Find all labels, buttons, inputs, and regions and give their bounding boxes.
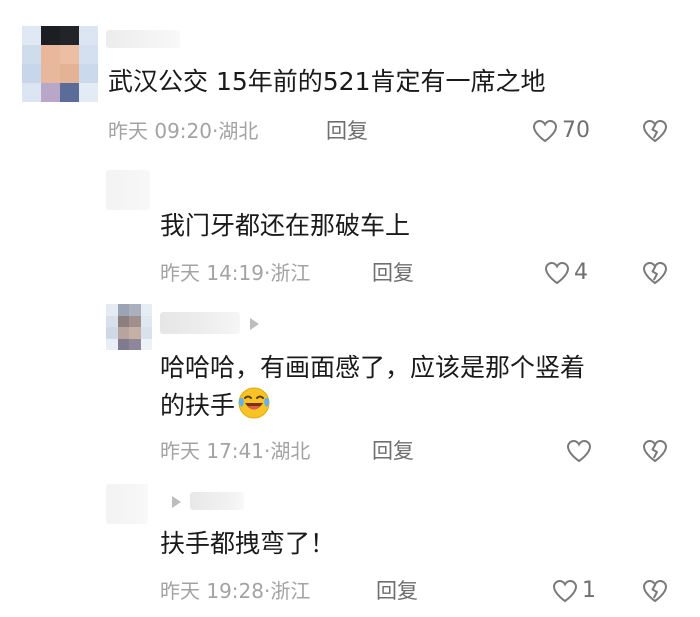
reply-avatar-blurred[interactable] [106,484,148,524]
like-button[interactable]: 4 [544,260,588,286]
comment-thread: 武汉公交 15年前的521肯定有一席之地 昨天 09:20·湖北 回复 70 我… [0,0,700,617]
like-button[interactable] [566,439,592,463]
reply-button[interactable]: 回复 [376,578,418,604]
reply-text-line2-text: 的扶手 [160,391,236,420]
username-blurred[interactable] [190,492,244,510]
avatar[interactable] [106,304,152,350]
comment-text: 武汉公交 15年前的521肯定有一席之地 [108,67,546,96]
laughing-crying-emoji-icon [237,386,271,420]
heart-outline-icon [544,261,570,285]
reply-time: 昨天 19:28 [160,579,264,603]
reply-text-line2: 的扶手 [160,384,271,428]
reply-button[interactable]: 回复 [326,118,368,144]
reply-avatar-blurred[interactable] [106,170,150,210]
broken-heart-icon[interactable] [642,261,668,285]
reply-location: 浙江 [270,261,311,285]
heart-outline-icon [566,439,592,463]
broken-heart-icon[interactable] [642,119,668,143]
reply-text: 扶手都拽弯了！ [160,529,336,558]
reply-meta: 昨天 14:19·浙江 [160,260,310,286]
reply-time: 昨天 17:41 [160,439,264,463]
comment-location: 湖北 [218,119,259,143]
username-blurred[interactable] [106,30,180,48]
avatar[interactable] [22,26,98,102]
reply-meta: 昨天 19:28·浙江 [160,578,310,604]
reply-meta: 昨天 17:41·湖北 [160,438,310,464]
heart-outline-icon [552,579,578,603]
like-button[interactable]: 1 [552,578,596,604]
like-count: 1 [582,578,596,603]
reply-text: 我门牙都还在那破车上 [160,211,411,240]
reply-button[interactable]: 回复 [372,438,414,464]
broken-heart-icon[interactable] [642,579,668,603]
comment-time: 昨天 09:20 [108,119,212,143]
like-count: 70 [562,118,590,143]
reply-location: 浙江 [270,579,311,603]
like-button[interactable]: 70 [532,118,590,144]
reply-time: 昨天 14:19 [160,261,264,285]
play-triangle-icon [172,496,181,508]
username-blurred[interactable] [160,312,240,334]
comment-meta: 昨天 09:20·湖北 [108,118,258,144]
like-count: 4 [574,260,588,285]
reply-location: 湖北 [270,439,311,463]
reply-button[interactable]: 回复 [372,260,414,286]
play-triangle-icon [250,318,259,330]
broken-heart-icon[interactable] [642,439,668,463]
heart-outline-icon [532,119,558,143]
